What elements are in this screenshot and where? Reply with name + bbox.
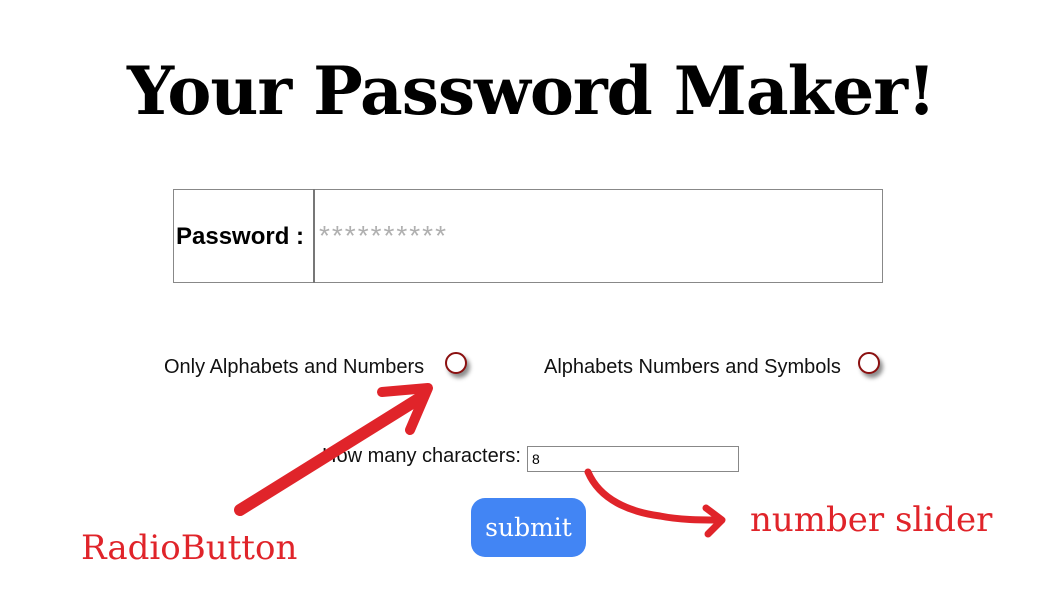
slider-annotation-arrow — [584, 468, 722, 524]
radio-annotation-label: RadioButton — [81, 528, 298, 568]
radio-annotation-arrow — [234, 392, 426, 516]
slider-annotation-label: number slider — [750, 500, 993, 540]
